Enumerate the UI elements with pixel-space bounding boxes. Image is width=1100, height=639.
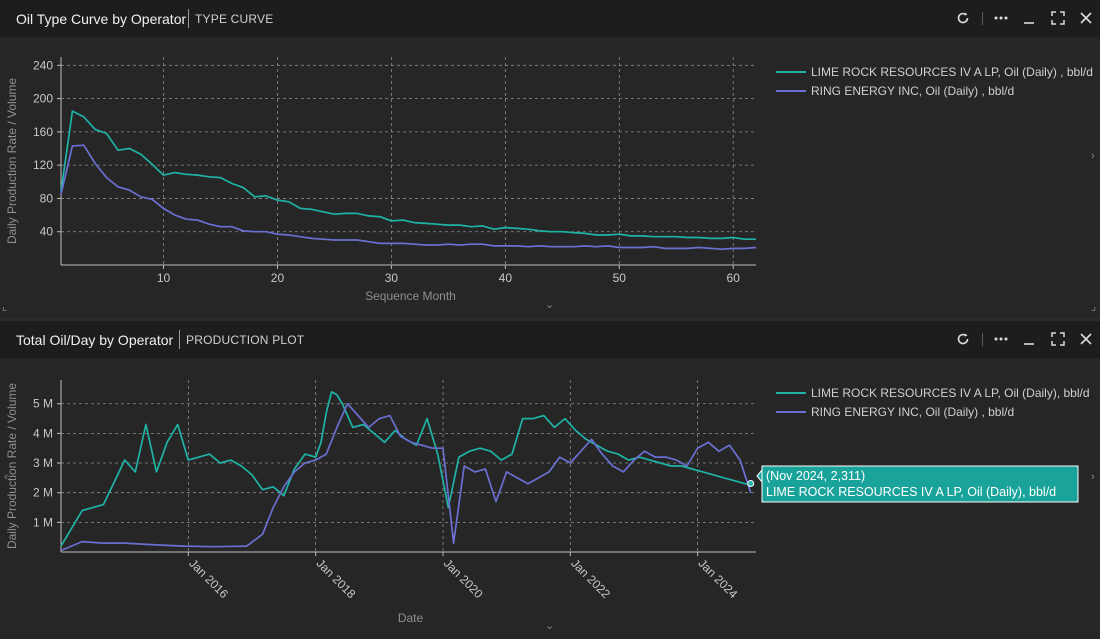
- panel-header: Total Oil/Day by Operator PRODUCTION PLO…: [0, 321, 1100, 358]
- close-icon[interactable]: [1077, 330, 1095, 348]
- legend-label: LIME ROCK RESOURCES IV A LP, Oil (Daily)…: [811, 386, 1090, 400]
- tooltip-point: [747, 479, 755, 487]
- more-icon[interactable]: [992, 330, 1010, 348]
- minimize-icon[interactable]: [1020, 9, 1038, 27]
- x-tick-label: 40: [499, 271, 513, 285]
- y-tick-label: 1 M: [33, 515, 53, 529]
- refresh-icon[interactable]: [954, 9, 972, 27]
- x-tick-label: 50: [613, 271, 627, 285]
- refresh-icon[interactable]: [954, 330, 972, 348]
- type-curve-chart: 40 80 120 160 200 240 10 20 30 40 50 60 Sequence Mon…: [5, 57, 1093, 303]
- panel-subtitle: PRODUCTION PLOT: [186, 333, 305, 347]
- series-line-ring-energy: [60, 144, 757, 251]
- y-tick-label: 120: [33, 158, 53, 172]
- y-tick-label: 3 M: [33, 456, 53, 470]
- resize-corner-icon: ⌞: [2, 301, 8, 313]
- y-tick-label: 200: [33, 92, 53, 106]
- x-tick-label: 60: [727, 271, 741, 285]
- y-tick-label: 2 M: [33, 486, 53, 500]
- y-tick-label: 80: [40, 191, 54, 205]
- x-axis-title: Sequence Month: [365, 289, 456, 303]
- tooltip-pointer: [756, 468, 763, 484]
- x-tick-label: Jan 2018: [314, 556, 359, 601]
- x-tick-label: Jan 2024: [696, 556, 741, 601]
- panel-title: Oil Type Curve by Operator: [16, 11, 187, 27]
- scroll-right-icon[interactable]: ›: [1091, 471, 1095, 483]
- resize-corner-icon: ⌟: [1091, 301, 1097, 313]
- y-tick-label: 40: [40, 225, 54, 239]
- fullscreen-icon[interactable]: [1049, 330, 1067, 348]
- minimize-icon[interactable]: [1020, 330, 1038, 348]
- chevron-down-icon[interactable]: ⌄: [545, 619, 554, 632]
- legend-label: LIME ROCK RESOURCES IV A LP, Oil (Daily)…: [811, 65, 1093, 79]
- title-divider: [179, 330, 180, 349]
- title-divider: [188, 9, 189, 28]
- series-line-ring-energy: [60, 402, 752, 552]
- fullscreen-icon[interactable]: [1049, 9, 1067, 27]
- production-plot-chart: 1 M 2 M 3 M 4 M 5 M Jan 2016 Jan 2018 Jan 2020 J…: [5, 380, 1090, 625]
- x-tick-label: Jan 2016: [186, 556, 231, 601]
- panel-header: Oil Type Curve by Operator TYPE CURVE: [0, 0, 1100, 37]
- y-tick-label: 240: [33, 58, 53, 72]
- more-icon[interactable]: [992, 9, 1010, 27]
- panel-subtitle: TYPE CURVE: [195, 12, 274, 26]
- scroll-right-icon[interactable]: ›: [1091, 150, 1095, 162]
- production-plot-panel: Total Oil/Day by Operator PRODUCTION PLO…: [0, 321, 1100, 639]
- panel-title: Total Oil/Day by Operator: [16, 332, 174, 348]
- x-tick-label: 10: [157, 271, 171, 285]
- legend-label: RING ENERGY INC, Oil (Daily) , bbl/d: [811, 405, 1014, 419]
- icon-divider: [982, 333, 983, 346]
- y-axis-title: Daily Production Rate / Volume: [5, 383, 19, 549]
- type-curve-panel: Oil Type Curve by Operator TYPE CURVE 40…: [0, 0, 1100, 318]
- legend-label: RING ENERGY INC, Oil (Daily) , bbl/d: [811, 84, 1014, 98]
- y-tick-label: 160: [33, 125, 53, 139]
- series-line-lime-rock: [60, 391, 751, 547]
- y-tick-label: 4 M: [33, 426, 53, 440]
- x-tick-label: Jan 2022: [568, 556, 613, 601]
- chevron-down-icon[interactable]: ⌄: [545, 298, 554, 311]
- y-axis-title: Daily Production Rate / Volume: [5, 78, 19, 244]
- tooltip-line-2: LIME ROCK RESOURCES IV A LP, Oil (Daily)…: [766, 485, 1056, 499]
- close-icon[interactable]: [1077, 9, 1095, 27]
- x-tick-label: 20: [271, 271, 285, 285]
- x-tick-label: 30: [385, 271, 399, 285]
- icon-divider: [982, 12, 983, 25]
- x-tick-label: Jan 2020: [441, 556, 486, 601]
- series-line-lime-rock: [60, 110, 756, 241]
- tooltip-line-1: (Nov 2024, 2,311): [766, 469, 865, 483]
- scroll-left-icon[interactable]: ‹: [4, 471, 8, 483]
- y-tick-label: 5 M: [33, 397, 53, 411]
- x-axis-title: Date: [398, 611, 424, 625]
